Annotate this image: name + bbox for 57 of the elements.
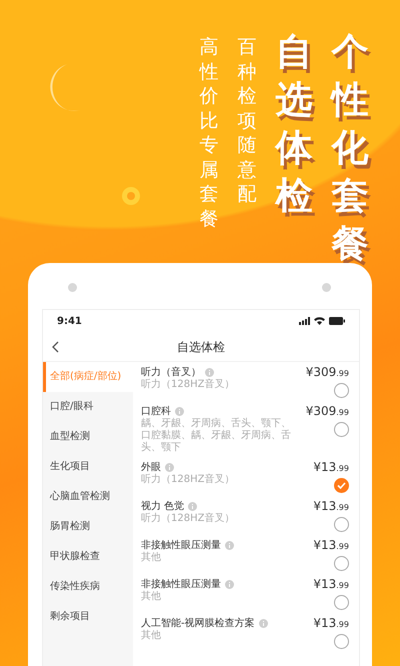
category-item[interactable]: 血型检测	[43, 422, 133, 452]
item-price: ¥309.99	[306, 405, 349, 419]
item-name: 听力（音叉）	[141, 366, 201, 378]
info-icon[interactable]	[165, 463, 174, 472]
category-item[interactable]: 心脑血管检测	[43, 482, 133, 512]
item-description: 听力（128HZ音叉）	[141, 474, 236, 486]
headline-text: 自选体检	[274, 29, 314, 219]
signal-icon	[299, 317, 310, 325]
item-price: ¥13.99	[313, 539, 349, 553]
info-icon[interactable]	[258, 619, 268, 628]
item-name: 非接触性眼压测量	[141, 578, 221, 590]
tagline-text: 百种检项随意配	[236, 35, 258, 206]
camera-dot	[68, 283, 77, 292]
battery-icon	[329, 317, 345, 325]
category-item[interactable]: 传染性疾病	[43, 572, 133, 602]
item-price: ¥13.99	[313, 461, 349, 475]
wifi-icon	[314, 317, 325, 325]
coin-drawing	[121, 186, 141, 206]
item-description: 听力（128HZ音叉）	[141, 379, 236, 391]
item-price: ¥13.99	[313, 500, 349, 514]
select-radio[interactable]	[334, 478, 349, 493]
info-icon[interactable]	[175, 407, 184, 416]
select-radio[interactable]	[334, 517, 349, 532]
info-icon[interactable]	[205, 368, 214, 377]
select-radio[interactable]	[334, 383, 349, 398]
tagline-text: 高性价比专属套餐	[198, 35, 220, 231]
info-icon[interactable]	[225, 580, 234, 589]
item-price: ¥13.99	[313, 617, 349, 631]
item-description: 其他	[141, 630, 162, 642]
category-item[interactable]: 剩余项目	[43, 602, 133, 632]
select-radio[interactable]	[334, 634, 349, 649]
check-icon	[337, 482, 346, 489]
category-item[interactable]: 肠胃检测	[43, 512, 133, 542]
category-item[interactable]: 口腔/眼科	[43, 392, 133, 422]
item-description: 其他	[141, 552, 162, 564]
item-name: 视力 色觉	[141, 500, 184, 512]
info-icon[interactable]	[225, 541, 234, 550]
category-item[interactable]: 甲状腺检查	[43, 542, 133, 572]
page-title: 自选体检	[177, 338, 225, 356]
select-radio[interactable]	[334, 422, 349, 437]
category-item[interactable]: 生化项目	[43, 452, 133, 482]
item-name: 非接触性眼压测量	[141, 539, 221, 552]
info-icon[interactable]	[188, 502, 198, 511]
sensor-dot	[322, 283, 331, 292]
back-chevron-icon[interactable]	[51, 341, 59, 353]
select-radio[interactable]	[334, 595, 349, 610]
headline-text: 个性化套餐	[330, 29, 370, 267]
status-time: 9:41	[57, 314, 82, 328]
item-description: 龋、牙龈、牙周病、舌头、颚下、口腔黏膜、龋、牙龈、牙周病、舌头、颚下	[141, 418, 292, 454]
item-description: 听力（128HZ音叉）	[141, 513, 236, 525]
item-name: 口腔科	[141, 405, 171, 418]
item-price: ¥309.99	[306, 366, 349, 380]
item-name: 人工智能-视网膜检查方案	[141, 617, 255, 630]
item-name: 外眼	[141, 461, 161, 474]
item-description: 其他	[141, 591, 162, 603]
item-price: ¥13.99	[313, 578, 349, 592]
select-radio[interactable]	[334, 556, 349, 571]
